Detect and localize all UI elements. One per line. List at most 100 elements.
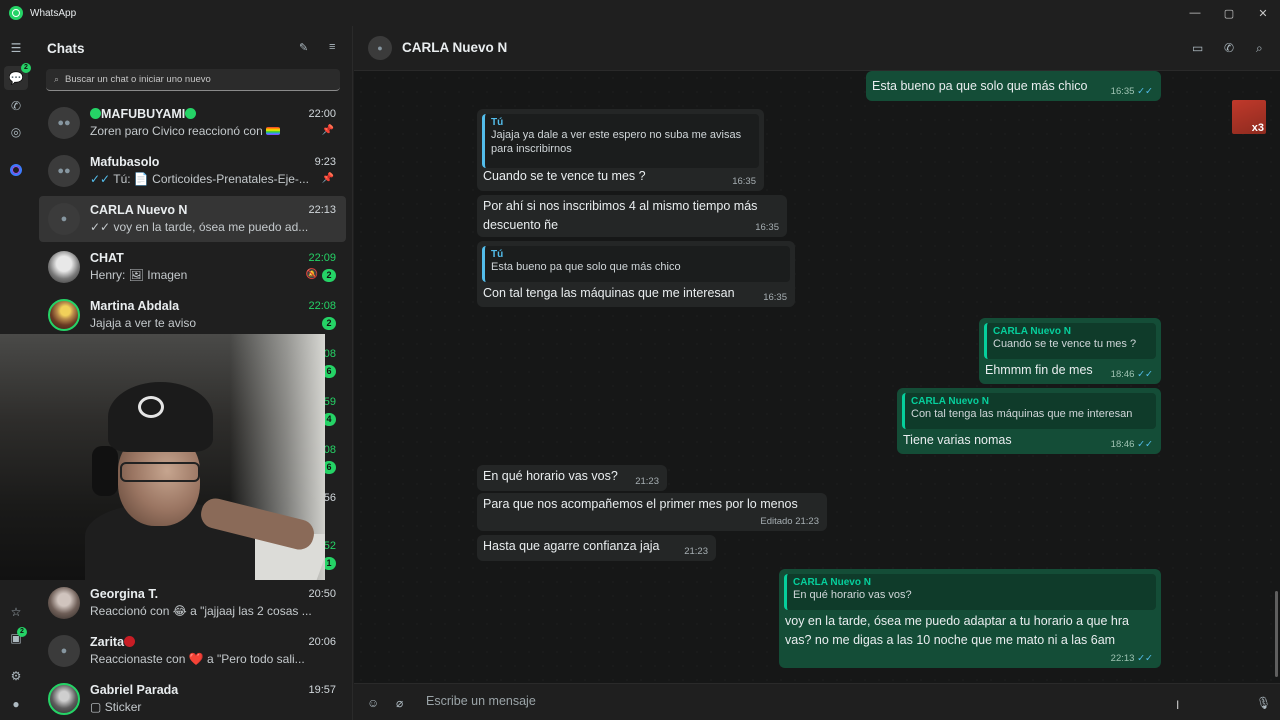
- starred-icon[interactable]: ☆: [8, 604, 24, 620]
- archived-icon[interactable]: ▣ 2: [8, 627, 27, 646]
- message-time: 16:35: [763, 292, 787, 303]
- new-chat-icon[interactable]: ✎: [299, 41, 308, 54]
- webcam-glasses: [120, 462, 200, 482]
- message-outgoing[interactable]: Esta bueno pa que solo que más chico 16:…: [866, 71, 1161, 101]
- status-icon[interactable]: ◎: [8, 124, 24, 140]
- chat-time: 22:00: [308, 108, 336, 120]
- message-time-wrap: 18:46 ✓✓: [1111, 369, 1153, 380]
- group-avatar: ●●: [48, 155, 80, 187]
- contact-name[interactable]: CARLA Nuevo N: [402, 40, 507, 55]
- chat-name: MAFUBUYAMI: [101, 107, 186, 121]
- quoted-message[interactable]: Tú Jajaja ya dale a ver este espero no s…: [482, 114, 759, 168]
- message-time: 22:13: [1110, 653, 1135, 664]
- chat-row-chat[interactable]: CHAT 22:09 Henry: 🖼 Imagen 🔕 2: [39, 244, 346, 290]
- chat-time: 59: [323, 396, 336, 408]
- message-incoming[interactable]: Por ahí si nos inscribimos 4 al mismo ti…: [477, 195, 787, 237]
- chat-name: Martina Abdala: [90, 299, 180, 313]
- read-ticks-icon: ✓✓: [1137, 369, 1153, 380]
- conversation-header[interactable]: ● CARLA Nuevo N ▭ ✆ ⌕: [354, 26, 1280, 71]
- chat-list-header: Chats ✎ ≡: [33, 26, 352, 70]
- chat-row-carla[interactable]: ● CARLA Nuevo N 22:13 ✓✓ voy en la tarde…: [39, 196, 346, 242]
- chat-preview: Zoren paro Civico reaccionó con: [90, 124, 263, 138]
- message-outgoing[interactable]: CARLA Nuevo N Cuando se te vence tu mes …: [979, 318, 1161, 384]
- rainbow-flag-icon: [266, 127, 281, 135]
- message-incoming[interactable]: Tú Jajaja ya dale a ver este espero no s…: [477, 109, 764, 191]
- emoji-icon[interactable]: ☺: [367, 696, 379, 710]
- pin-icon: 📌: [321, 125, 334, 136]
- contact-avatar: ●: [48, 635, 80, 667]
- quoted-message[interactable]: Tú Esta bueno pa que solo que más chico: [482, 246, 790, 282]
- chat-row-gabriel[interactable]: Gabriel Parada 19:57 ▢ Sticker: [39, 676, 346, 720]
- chat-row-mafubasolo[interactable]: ●● Mafubasolo 9:23 ✓✓ Tú: 📄 Corticoides-…: [39, 148, 346, 194]
- chats-icon[interactable]: 💬 2: [4, 63, 31, 90]
- scrollbar[interactable]: [1275, 591, 1278, 677]
- quoted-message[interactable]: CARLA Nuevo N Con tal tenga las máquinas…: [902, 393, 1156, 429]
- read-ticks-icon: ✓✓: [1137, 86, 1153, 97]
- chat-time: 56: [323, 492, 336, 504]
- chat-time: 52: [323, 540, 336, 552]
- webcam-cap: [108, 382, 213, 452]
- chat-preview: Tú: 📄 Corticoides-Prenatales-Eje-...: [113, 172, 309, 186]
- message-text: Ehmmm fin de mes: [985, 363, 1093, 377]
- delivered-ticks-icon: ✓✓: [90, 220, 111, 234]
- overlay-sticker: x3: [1232, 100, 1266, 134]
- webcam-headset: [92, 446, 118, 496]
- maximize-button[interactable]: ▢: [1212, 0, 1246, 26]
- webcam-cap-logo: [138, 396, 164, 418]
- chat-preview: Reaccionaste con ❤️ a "Pero todo sali...: [90, 652, 305, 666]
- title-bar: WhatsApp — ▢ ✕: [0, 0, 1280, 26]
- message-time: 16:35: [1110, 86, 1135, 97]
- close-button[interactable]: ✕: [1246, 0, 1280, 26]
- search-input[interactable]: ⌕ Buscar un chat o iniciar uno nuevo: [46, 69, 340, 91]
- message-time-wrap: 18:46 ✓✓: [1111, 439, 1153, 450]
- chat-time: 22:08: [308, 300, 336, 312]
- chat-preview-wrap: ✓✓ Tú: 📄 Corticoides-Prenatales-Eje-...: [90, 172, 315, 186]
- chat-row-georgina[interactable]: Georgina T. 20:50 Reaccionó con 😂 a "jaj…: [39, 580, 346, 626]
- quoted-message[interactable]: CARLA Nuevo N Cuando se te vence tu mes …: [984, 323, 1156, 359]
- whatsapp-logo-icon: [9, 6, 23, 20]
- message-text: Con tal tenga las máquinas que me intere…: [483, 286, 735, 300]
- profile-icon[interactable]: ●: [8, 696, 24, 712]
- video-call-icon[interactable]: ▭: [1192, 41, 1203, 55]
- chats-badge: 2: [21, 63, 31, 73]
- unread-badge: 2: [322, 269, 336, 282]
- voice-call-icon[interactable]: ✆: [1224, 41, 1234, 55]
- microphone-icon[interactable]: 🎙: [1256, 696, 1271, 710]
- archived-badge: 2: [17, 627, 27, 637]
- calls-icon[interactable]: ✆: [8, 98, 24, 114]
- chat-preview-wrap: Zoren paro Civico reaccionó con: [90, 124, 315, 138]
- message-outgoing[interactable]: CARLA Nuevo N En qué horario vas vos? vo…: [779, 569, 1161, 668]
- message-incoming[interactable]: En qué horario vas vos? 21:23: [477, 465, 667, 491]
- quote-text: Con tal tenga las máquinas que me intere…: [911, 408, 1133, 420]
- search-icon: ⌕: [54, 74, 60, 84]
- message-incoming[interactable]: Hasta que agarre confianza jaja 21:23: [477, 535, 716, 561]
- message-text: Hasta que agarre confianza jaja: [483, 539, 660, 553]
- chat-row-martina[interactable]: Martina Abdala 22:08 Jajaja a ver te avi…: [39, 292, 346, 338]
- search-icon[interactable]: ⌕: [1256, 41, 1263, 56]
- message-input[interactable]: Escribe un mensaje: [426, 694, 536, 708]
- chat-preview: Reaccionó con 😂 a "jajjaaj las 2 cosas .…: [90, 604, 312, 618]
- message-incoming[interactable]: Para que nos acompañemos el primer mes p…: [477, 493, 827, 531]
- message-incoming[interactable]: Tú Esta bueno pa que solo que más chico …: [477, 241, 795, 307]
- contact-avatar[interactable]: ●: [368, 36, 392, 60]
- chat-row-mafubuyami[interactable]: ●● MAFUBUYAMI 22:00 Zoren paro Civico re…: [39, 100, 346, 146]
- menu-icon[interactable]: ☰: [8, 40, 24, 56]
- quote-text: Esta bueno pa que solo que más chico: [491, 261, 681, 273]
- contact-avatar: ●: [48, 203, 80, 235]
- settings-icon[interactable]: ⚙: [8, 668, 24, 684]
- chat-row-zarita[interactable]: ● Zarita 20:06 Reaccionaste con ❤️ a "Pe…: [39, 628, 346, 674]
- attach-icon[interactable]: ⌀: [396, 696, 403, 710]
- message-area[interactable]: Esta bueno pa que solo que más chico 16:…: [354, 71, 1280, 683]
- chat-preview: Henry: 🖼 Imagen: [90, 268, 188, 282]
- message-outgoing[interactable]: CARLA Nuevo N Con tal tenga las máquinas…: [897, 388, 1161, 454]
- meta-ai-icon[interactable]: [8, 162, 24, 178]
- message-text: En qué horario vas vos?: [483, 469, 618, 483]
- filter-icon[interactable]: ≡: [329, 41, 335, 53]
- chats-title: Chats: [47, 40, 85, 56]
- quote-text: Jajaja ya dale a ver este espero no suba…: [491, 129, 742, 141]
- quoted-message[interactable]: CARLA Nuevo N En qué horario vas vos?: [784, 574, 1156, 610]
- message-composer: ☺ ⌀ Escribe un mensaje I 🎙: [354, 683, 1280, 720]
- quote-text: En qué horario vas vos?: [793, 589, 912, 601]
- minimize-button[interactable]: —: [1178, 0, 1212, 26]
- read-ticks-icon: ✓✓: [1137, 653, 1153, 664]
